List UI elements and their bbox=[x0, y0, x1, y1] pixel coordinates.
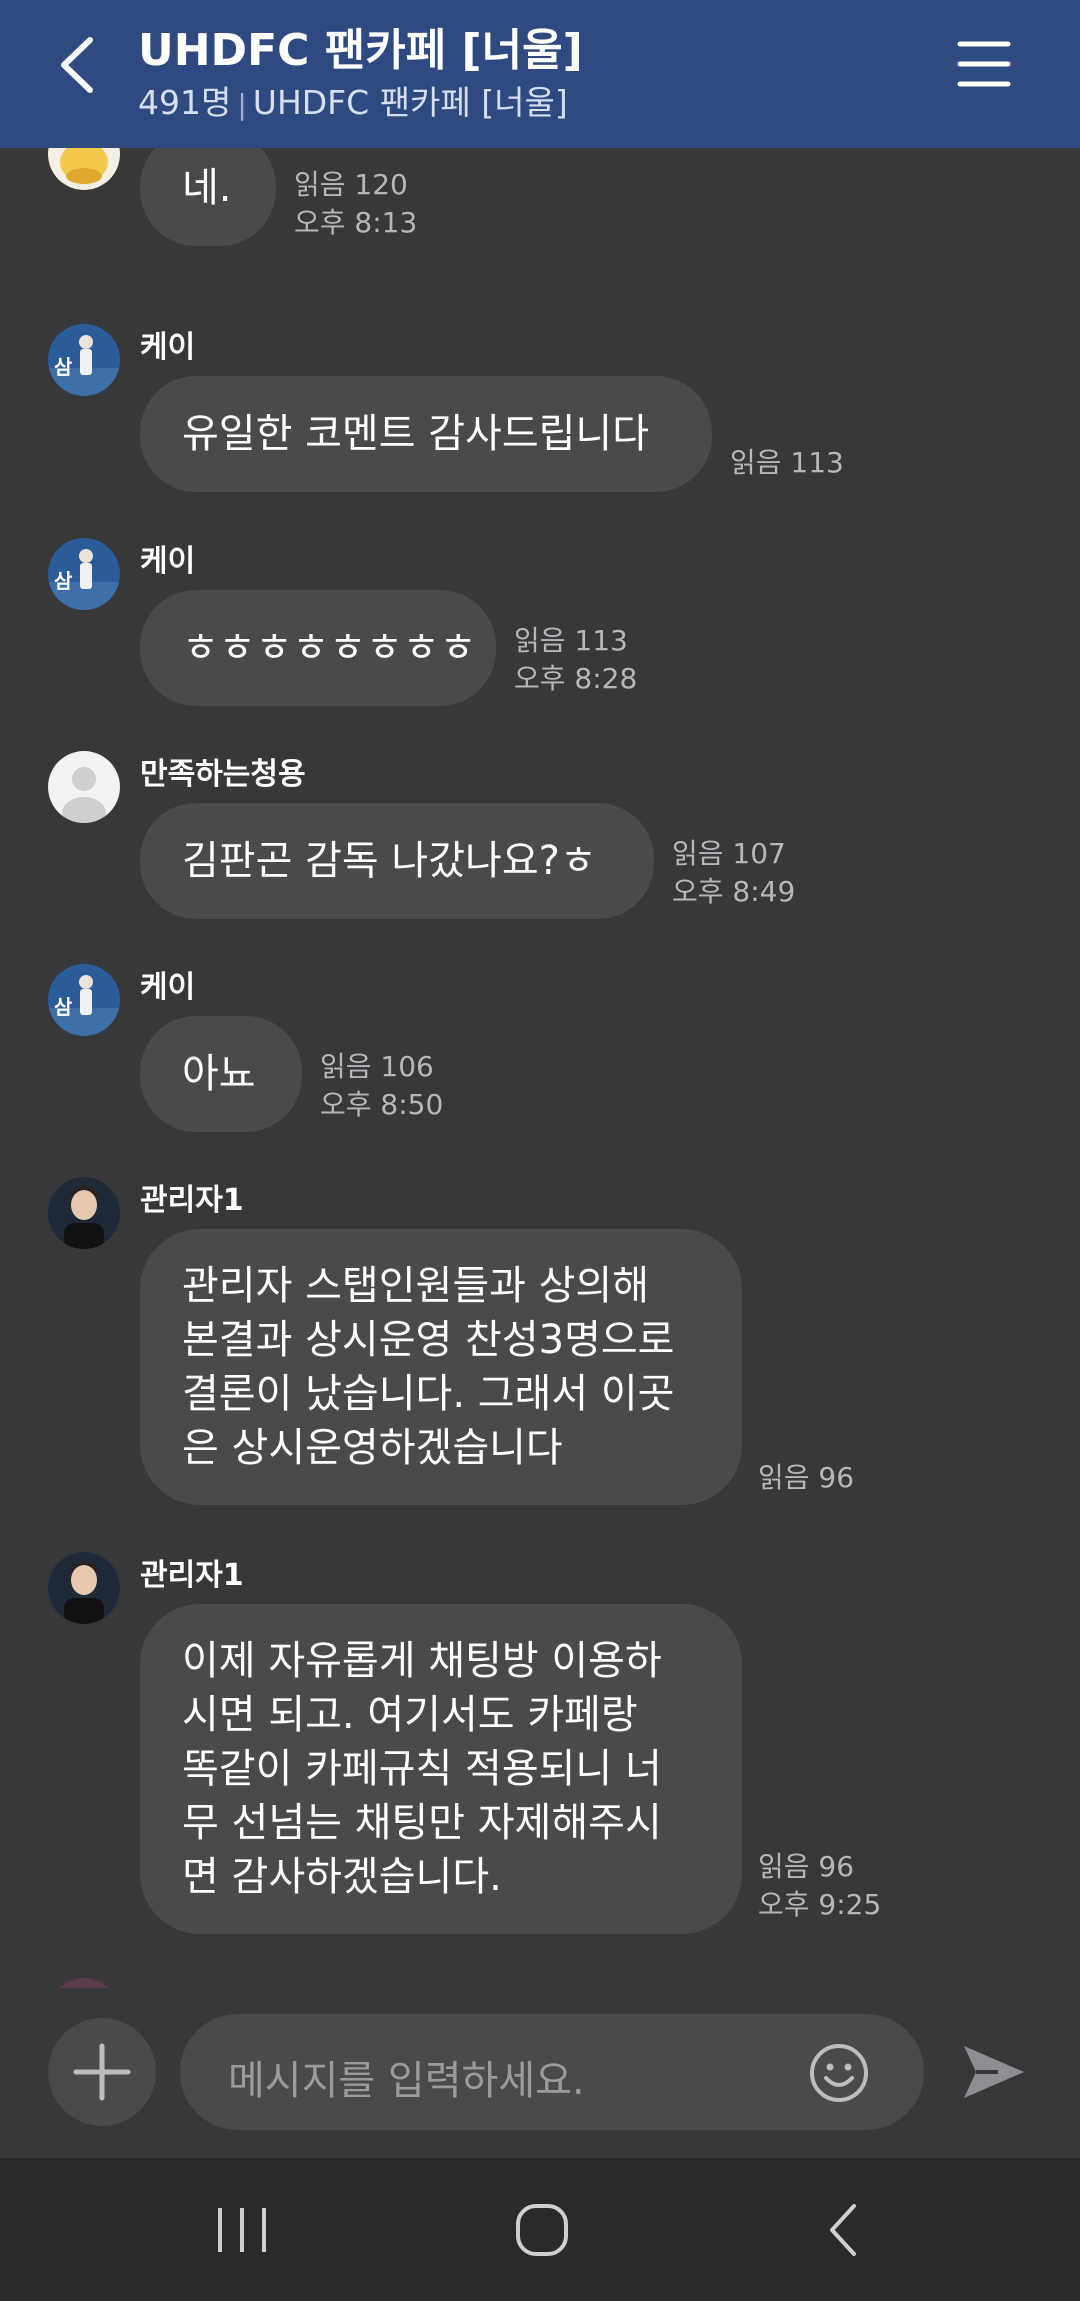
message-bubble[interactable]: ㅎㅎㅎㅎㅎㅎㅎㅎ bbox=[140, 590, 496, 706]
input-placeholder: 메시지를 입력하세요. bbox=[228, 2058, 585, 2104]
read-count: 읽음 113 bbox=[730, 446, 844, 479]
sender-name: 케이 bbox=[140, 330, 196, 365]
message-bubble[interactable]: 네. bbox=[140, 148, 276, 246]
emoji-button[interactable] bbox=[808, 2042, 870, 2104]
message-input[interactable]: 메시지를 입력하세요. bbox=[180, 2014, 924, 2130]
message-line: 본결과 상시운영 찬성3명으로 bbox=[182, 1317, 675, 1363]
message-meta: 읽음 107 오후 8:49 bbox=[672, 835, 795, 911]
baseball-player-avatar[interactable]: 삼 bbox=[48, 538, 120, 610]
home-icon bbox=[516, 2204, 568, 2256]
message-composer: 메시지를 입력하세요. bbox=[0, 1988, 1080, 2158]
message-meta: 읽음 113 bbox=[730, 444, 844, 482]
message-line: 시면 되고. 여기서도 카페랑 bbox=[182, 1692, 638, 1738]
message-line: 무 선넘는 채팅만 자제해주시 bbox=[182, 1800, 662, 1846]
separator: | bbox=[237, 88, 247, 121]
message-bubble[interactable]: 김판곤 감독 나갔나요?ㅎ bbox=[140, 803, 654, 919]
chat-header: UHDFC 팬카페 [너울] 491명 | UHDFC 팬카페 [너울] bbox=[0, 0, 1080, 148]
add-attachment-button[interactable] bbox=[48, 2018, 156, 2126]
message-bubble[interactable]: 아뇨 bbox=[140, 1016, 302, 1132]
plus-icon bbox=[73, 2043, 131, 2101]
message-bubble[interactable]: 이제 자유롭게 채팅방 이용하 시면 되고. 여기서도 카페랑 똑같이 카페규칙… bbox=[140, 1604, 742, 1934]
baseball-player-avatar[interactable]: 삼 bbox=[48, 964, 120, 1036]
sender-name: 만족하는청용 bbox=[140, 757, 306, 792]
svg-text:삼: 삼 bbox=[54, 995, 73, 1019]
timestamp: 오후 9:25 bbox=[758, 1888, 882, 1921]
message-line: 결론이 났습니다. 그래서 이곳 bbox=[182, 1371, 675, 1417]
baseball-player-avatar[interactable]: 삼 bbox=[48, 324, 120, 396]
send-button[interactable] bbox=[958, 2036, 1030, 2108]
back-icon bbox=[830, 2204, 856, 2256]
message-meta: 읽음 96 오후 9:25 bbox=[758, 1848, 881, 1924]
message-list[interactable]: 네. 읽음 120 오후 8:13 삼 케이 유일한 코멘트 감사드립니다 읽음… bbox=[0, 148, 1080, 1988]
message-bubble[interactable]: 관리자 스탭인원들과 상의해 본결과 상시운영 찬성3명으로 결론이 났습니다.… bbox=[140, 1229, 742, 1505]
chat-title: UHDFC 팬카페 [너울] bbox=[138, 25, 583, 76]
send-icon bbox=[964, 2046, 1024, 2098]
smiley-icon bbox=[810, 2044, 868, 2102]
default-user-avatar[interactable] bbox=[48, 751, 120, 823]
sender-name: 케이 bbox=[140, 970, 196, 1005]
recent-apps-button[interactable] bbox=[210, 2198, 274, 2262]
message-line: 이제 자유롭게 채팅방 이용하 bbox=[182, 1638, 662, 1684]
read-count: 읽음 96 bbox=[758, 1461, 855, 1494]
yellow-character-avatar[interactable] bbox=[48, 148, 120, 190]
read-count: 읽음 113 bbox=[514, 624, 628, 657]
back-button[interactable] bbox=[52, 30, 112, 100]
message-meta: 읽음 120 오후 8:13 bbox=[294, 166, 417, 242]
system-navigation-bar bbox=[0, 2158, 1080, 2301]
message-bubble[interactable]: 유일한 코멘트 감사드립니다 bbox=[140, 376, 712, 492]
timestamp: 오후 8:28 bbox=[514, 662, 638, 695]
svg-text:삼: 삼 bbox=[54, 355, 73, 379]
sender-name: 관리자1 bbox=[140, 1183, 244, 1218]
read-count: 읽음 96 bbox=[758, 1850, 855, 1883]
admin-portrait-avatar[interactable] bbox=[48, 1552, 120, 1624]
home-button[interactable] bbox=[510, 2198, 574, 2262]
partial-avatar[interactable] bbox=[48, 1978, 120, 1988]
sender-name: 케이 bbox=[140, 544, 196, 579]
timestamp: 오후 8:49 bbox=[672, 875, 796, 908]
message-line: 은 상시운영하겠습니다 bbox=[182, 1425, 563, 1471]
member-count: 491명 bbox=[138, 83, 232, 122]
read-count: 읽음 107 bbox=[672, 837, 786, 870]
nav-back-button[interactable] bbox=[812, 2198, 876, 2262]
message-line: 똑같이 카페규칙 적용되니 너 bbox=[182, 1746, 662, 1792]
chat-subtitle: 491명 | UHDFC 팬카페 [너울] bbox=[138, 76, 568, 124]
recent-apps-icon bbox=[218, 2208, 266, 2252]
message-line: 면 감사하겠습니다. bbox=[182, 1854, 502, 1900]
admin-portrait-avatar[interactable] bbox=[48, 1177, 120, 1249]
message-line: 관리자 스탭인원들과 상의해 bbox=[182, 1263, 650, 1309]
message-meta: 읽음 106 오후 8:50 bbox=[320, 1048, 443, 1124]
cafe-name: UHDFC 팬카페 [너울] bbox=[252, 83, 568, 122]
timestamp: 오후 8:50 bbox=[320, 1088, 444, 1121]
read-count: 읽음 106 bbox=[320, 1050, 434, 1083]
chevron-left-icon bbox=[61, 37, 93, 93]
message-meta: 읽음 96 bbox=[758, 1459, 854, 1497]
menu-button[interactable] bbox=[956, 36, 1012, 92]
sender-name: 관리자1 bbox=[140, 1558, 244, 1593]
message-meta: 읽음 113 오후 8:28 bbox=[514, 622, 637, 698]
timestamp: 오후 8:13 bbox=[294, 206, 418, 239]
read-count: 읽음 120 bbox=[294, 168, 408, 201]
svg-text:삼: 삼 bbox=[54, 569, 73, 593]
hamburger-menu-icon bbox=[957, 41, 1011, 87]
